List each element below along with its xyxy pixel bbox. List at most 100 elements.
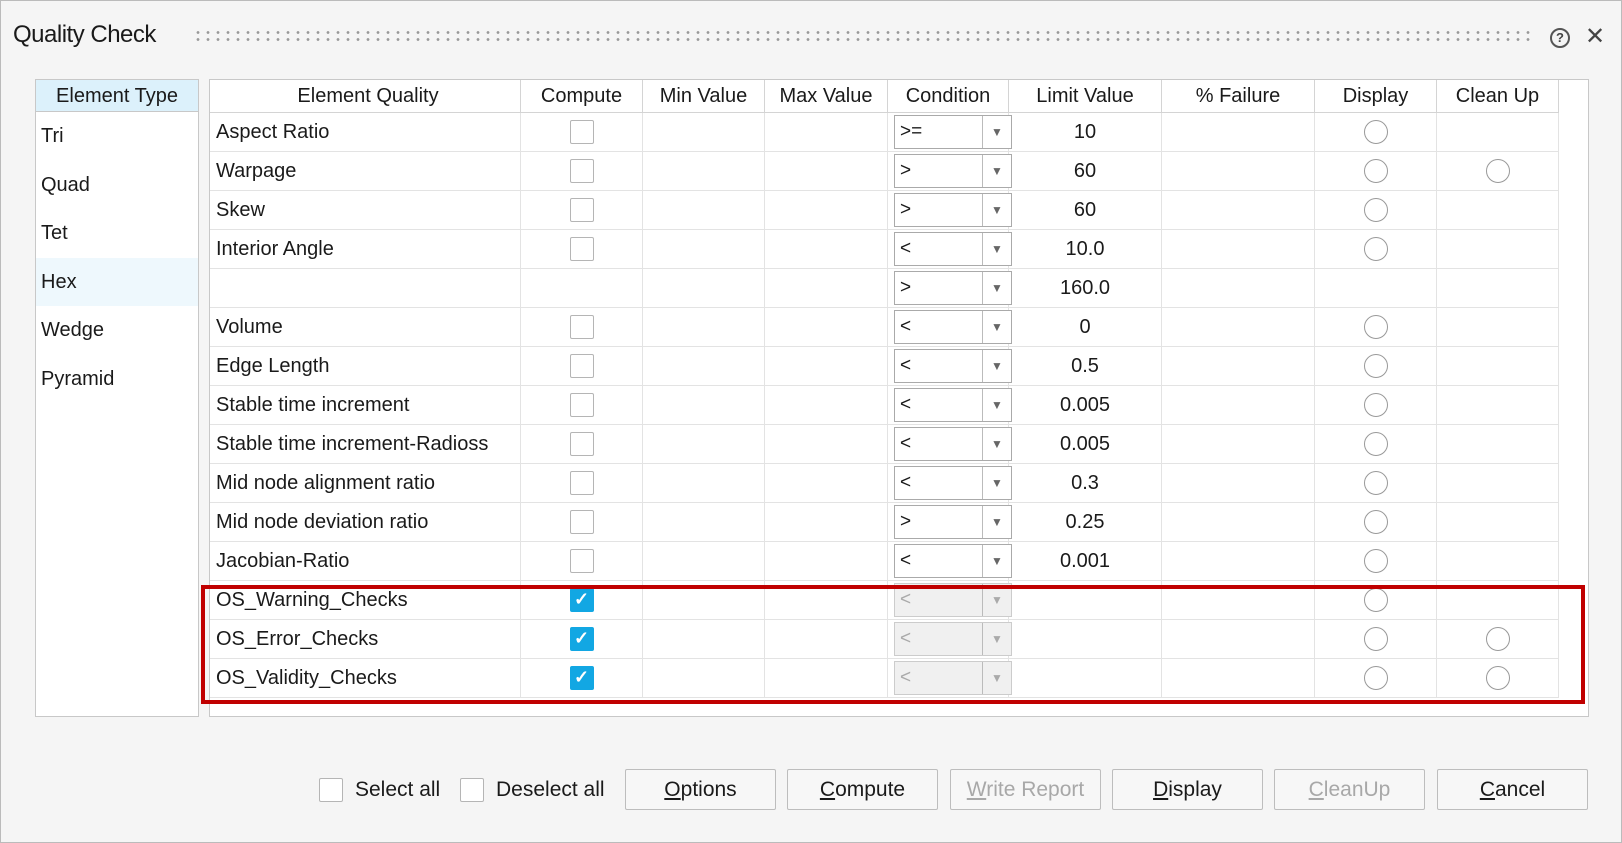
- cleanup-button[interactable]: CleanUp: [1274, 769, 1425, 810]
- deselect-all-label: Deselect all: [496, 778, 605, 801]
- limit-value[interactable]: 0.005: [1009, 386, 1162, 424]
- compute-checkbox[interactable]: [569, 198, 594, 222]
- drag-handle[interactable]: [193, 29, 1533, 43]
- help-icon[interactable]: ?: [1550, 25, 1570, 48]
- cleanup-cell: [1437, 308, 1559, 346]
- compute-checkbox[interactable]: [569, 159, 594, 183]
- cancel-button[interactable]: Cancel: [1437, 769, 1588, 810]
- compute-checkbox[interactable]: [569, 471, 594, 495]
- table-header: Element Quality Compute Min Value Max Value…: [210, 80, 1559, 113]
- display-radio[interactable]: [1363, 354, 1388, 378]
- max-value: [765, 542, 888, 580]
- max-value: [765, 308, 888, 346]
- column-header[interactable]: % Failure: [1162, 80, 1315, 112]
- cleanup-radio[interactable]: [1485, 159, 1510, 183]
- element-type-hex[interactable]: Hex: [36, 257, 198, 307]
- limit-value[interactable]: 60: [1009, 152, 1162, 190]
- condition-select[interactable]: >= ▼: [894, 115, 1012, 149]
- chevron-down-icon: ▼: [991, 515, 1003, 529]
- select-all-checkbox[interactable]: Select all: [319, 778, 440, 802]
- column-header[interactable]: Limit Value: [1009, 80, 1162, 112]
- compute-checkbox[interactable]: [569, 354, 594, 378]
- table-row: Stable time increment-Radioss < ▼ 0.005: [210, 425, 1559, 464]
- condition-select[interactable]: < ▼: [894, 349, 1012, 383]
- column-header[interactable]: Display: [1315, 80, 1437, 112]
- condition-cell: < ▼: [888, 464, 1012, 502]
- failure-value: [1162, 503, 1315, 541]
- limit-value[interactable]: 0.005: [1009, 425, 1162, 463]
- column-header[interactable]: Clean Up: [1437, 80, 1559, 112]
- compute-cell: [521, 542, 643, 580]
- table-row: Jacobian-Ratio < ▼ 0.001: [210, 542, 1559, 581]
- condition-select[interactable]: > ▼: [894, 271, 1012, 305]
- compute-checkbox[interactable]: [569, 549, 594, 573]
- display-radio[interactable]: [1363, 393, 1388, 417]
- limit-value[interactable]: 0: [1009, 308, 1162, 346]
- limit-value[interactable]: 60: [1009, 191, 1162, 229]
- display-radio[interactable]: [1363, 471, 1388, 495]
- element-type-wedge[interactable]: Wedge: [36, 306, 198, 355]
- limit-value[interactable]: 160.0: [1009, 269, 1162, 307]
- element-type-quad[interactable]: Quad: [36, 161, 198, 210]
- compute-checkbox[interactable]: [569, 393, 594, 417]
- compute-checkbox[interactable]: [569, 120, 594, 144]
- compute-cell: [521, 425, 643, 463]
- condition-select[interactable]: < ▼: [894, 466, 1012, 500]
- close-icon[interactable]: ✕: [1585, 22, 1605, 51]
- min-value: [643, 386, 765, 424]
- element-type-pyramid[interactable]: Pyramid: [36, 355, 198, 404]
- display-cell: [1315, 542, 1437, 580]
- limit-value[interactable]: 0.5: [1009, 347, 1162, 385]
- cleanup-cell: [1437, 503, 1559, 541]
- limit-value[interactable]: 0.3: [1009, 464, 1162, 502]
- compute-checkbox[interactable]: [569, 510, 594, 534]
- condition-select[interactable]: < ▼: [894, 427, 1012, 461]
- display-radio[interactable]: [1363, 198, 1388, 222]
- cleanup-cell: [1437, 347, 1559, 385]
- table-row: Interior Angle < ▼ 10.0: [210, 230, 1559, 269]
- column-header[interactable]: Min Value: [643, 80, 765, 112]
- column-header[interactable]: Element Quality: [210, 80, 521, 112]
- element-type-tri[interactable]: Tri: [36, 112, 198, 161]
- display-radio[interactable]: [1363, 549, 1388, 573]
- window-title: Quality Check: [13, 21, 156, 48]
- min-value: [643, 464, 765, 502]
- element-type-header: Element Type: [36, 80, 198, 112]
- condition-select[interactable]: < ▼: [894, 310, 1012, 344]
- condition-select[interactable]: > ▼: [894, 193, 1012, 227]
- display-radio[interactable]: [1363, 315, 1388, 339]
- limit-value[interactable]: 10: [1009, 113, 1162, 151]
- display-radio[interactable]: [1363, 237, 1388, 261]
- compute-button[interactable]: Compute: [787, 769, 938, 810]
- condition-select[interactable]: < ▼: [894, 388, 1012, 422]
- options-button[interactable]: Options: [625, 769, 776, 810]
- chevron-down-icon: ▼: [991, 398, 1003, 412]
- condition-select[interactable]: < ▼: [894, 232, 1012, 266]
- compute-cell: [521, 230, 643, 268]
- limit-value[interactable]: 0.25: [1009, 503, 1162, 541]
- display-radio[interactable]: [1363, 510, 1388, 534]
- display-radio[interactable]: [1363, 120, 1388, 144]
- table-row: Skew > ▼ 60: [210, 191, 1559, 230]
- condition-value: <: [895, 311, 983, 343]
- condition-select[interactable]: > ▼: [894, 154, 1012, 188]
- column-header[interactable]: Max Value: [765, 80, 888, 112]
- compute-checkbox[interactable]: [569, 315, 594, 339]
- write-report-button[interactable]: Write Report: [950, 769, 1101, 810]
- deselect-all-checkbox[interactable]: Deselect all: [460, 778, 605, 802]
- column-header[interactable]: Compute: [521, 80, 643, 112]
- quality-name: Stable time increment-Radioss: [210, 425, 521, 463]
- compute-cell: [521, 464, 643, 502]
- condition-select[interactable]: < ▼: [894, 544, 1012, 578]
- display-radio[interactable]: [1363, 159, 1388, 183]
- display-radio[interactable]: [1363, 432, 1388, 456]
- element-type-tet[interactable]: Tet: [36, 209, 198, 258]
- display-button[interactable]: Display: [1112, 769, 1263, 810]
- compute-checkbox[interactable]: [569, 432, 594, 456]
- condition-select[interactable]: > ▼: [894, 505, 1012, 539]
- compute-checkbox[interactable]: [569, 237, 594, 261]
- column-header[interactable]: Condition: [888, 80, 1009, 112]
- limit-value[interactable]: 0.001: [1009, 542, 1162, 580]
- min-value: [643, 542, 765, 580]
- limit-value[interactable]: 10.0: [1009, 230, 1162, 268]
